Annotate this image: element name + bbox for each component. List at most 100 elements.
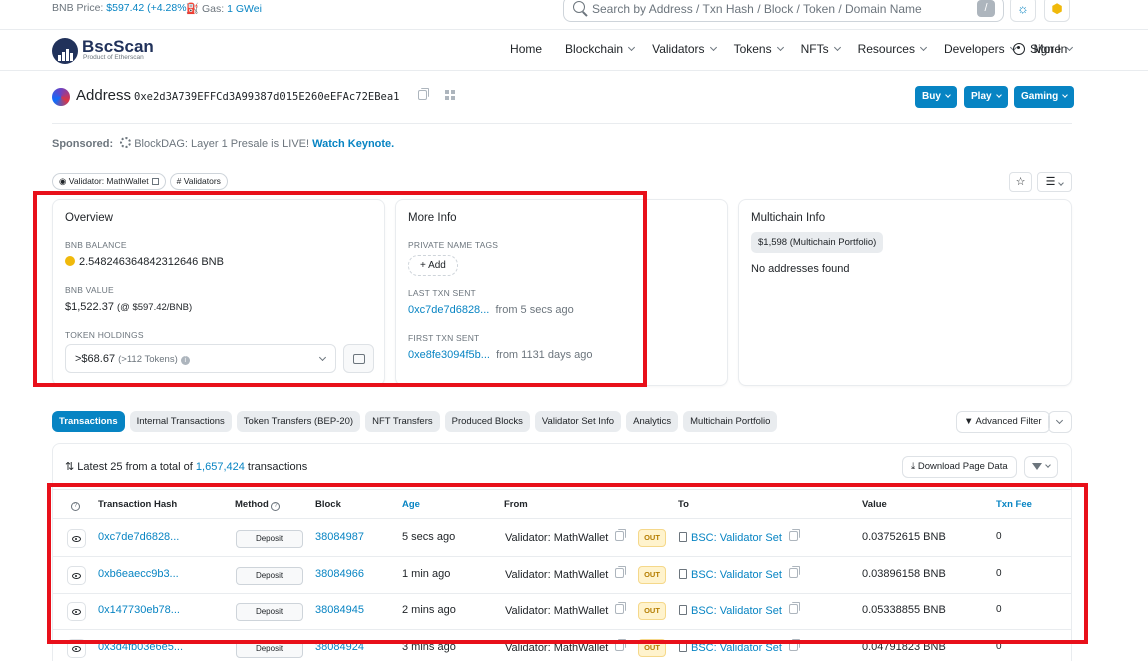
from-address[interactable]: Validator: MathWallet xyxy=(505,529,627,544)
block-link[interactable]: 38084966 xyxy=(315,568,364,580)
txn-age: 1 min ago xyxy=(402,567,451,580)
to-address[interactable]: BSC: Validator Set xyxy=(679,565,800,581)
first-txn-hash[interactable]: 0xe8fe3094f5b... xyxy=(408,349,490,361)
search-input[interactable]: Search by Address / Txn Hash / Block / T… xyxy=(563,0,1004,22)
tab-analytics[interactable]: Analytics xyxy=(626,411,679,432)
bnb-value-amount: $1,522.37 xyxy=(65,301,114,313)
block-link[interactable]: 38084945 xyxy=(315,604,364,616)
to-link[interactable]: BSC: Validator Set xyxy=(691,569,782,581)
gas-icon: ⛽ xyxy=(186,3,200,15)
tag-validator-mathwallet[interactable]: ◉ Validator: MathWallet xyxy=(52,173,166,190)
txn-total-link[interactable]: 1,657,424 xyxy=(196,461,245,473)
copy-icon[interactable] xyxy=(615,638,627,651)
txn-hash-link[interactable]: 0xc7de7d6828... xyxy=(98,531,179,543)
token-holdings-dropdown[interactable]: >$68.67 (>112 Tokens) i xyxy=(65,344,336,373)
tab-nft-transfers[interactable]: NFT Transfers xyxy=(365,411,440,432)
nav-tokens[interactable]: Tokens xyxy=(733,42,784,56)
multichain-portfolio-badge[interactable]: $1,598 (Multichain Portfolio) xyxy=(751,232,884,253)
user-icon xyxy=(1013,43,1025,55)
chevron-down-icon xyxy=(945,92,951,98)
from-label: Validator: MathWallet xyxy=(505,568,609,581)
last-txn-hash[interactable]: 0xc7de7d6828... xyxy=(408,304,489,316)
to-address[interactable]: BSC: Validator Set xyxy=(679,638,800,654)
col-age[interactable]: Age xyxy=(402,499,420,510)
chevron-down-icon xyxy=(1058,180,1065,186)
more-options-button[interactable]: ☰ xyxy=(1037,172,1072,192)
copy-icon[interactable] xyxy=(615,565,627,578)
search-placeholder[interactable]: Search by Address / Txn Hash / Block / T… xyxy=(592,2,922,16)
theme-toggle-button[interactable]: ☼ xyxy=(1010,0,1036,22)
nav-validators[interactable]: Validators xyxy=(652,42,717,56)
from-address[interactable]: Validator: MathWallet xyxy=(505,602,627,617)
block-link[interactable]: 38084924 xyxy=(315,641,364,653)
tab-internal-transactions[interactable]: Internal Transactions xyxy=(129,411,232,432)
nav-resources[interactable]: Resources xyxy=(858,42,927,56)
favorite-button[interactable]: ☆ xyxy=(1009,172,1032,192)
tab-token-transfers-bep-20[interactable]: Token Transfers (BEP-20) xyxy=(236,411,361,432)
nav-label: Tokens xyxy=(733,42,772,56)
to-link[interactable]: BSC: Validator Set xyxy=(691,532,782,544)
txn-hash-link[interactable]: 0xb6eaecc9b3... xyxy=(98,568,179,580)
direction-badge: OUT xyxy=(638,565,666,584)
advanced-filter-dropdown[interactable] xyxy=(1048,411,1072,433)
help-icon[interactable]: ? xyxy=(71,499,80,511)
tab-validator-set-info[interactable]: Validator Set Info xyxy=(534,411,622,432)
first-txn-time: from 1131 days ago xyxy=(496,349,593,361)
txn-hash-link[interactable]: 0x3d4fb03e6e5... xyxy=(98,641,183,653)
buy-button[interactable]: Buy xyxy=(915,86,957,108)
nav-nfts[interactable]: NFTs xyxy=(801,42,841,56)
table-row: 0x3d4fb03e6e5... Deposit 38084924 3 mins ag… xyxy=(53,630,1071,661)
tag-validators[interactable]: # Validators xyxy=(169,173,228,190)
nav-home[interactable]: Home xyxy=(510,42,542,56)
nav-blockchain[interactable]: Blockchain xyxy=(565,42,636,56)
view-details-button[interactable] xyxy=(67,638,86,658)
view-details-button[interactable] xyxy=(67,565,86,585)
copy-icon[interactable] xyxy=(615,602,627,614)
star-icon: ☆ xyxy=(1015,176,1026,188)
to-address[interactable]: BSC: Validator Set xyxy=(679,529,800,544)
wallet-button[interactable] xyxy=(343,344,374,373)
tab-multichain-portfolio[interactable]: Multichain Portfolio xyxy=(683,411,778,432)
token-holdings-label: TOKEN HOLDINGS xyxy=(65,330,144,340)
copy-icon[interactable] xyxy=(788,602,800,614)
view-details-button[interactable] xyxy=(67,529,86,548)
txn-hash-link[interactable]: 0x147730eb78... xyxy=(98,604,180,616)
advanced-filter-button[interactable]: ▼ Advanced Filter xyxy=(956,411,1050,433)
view-details-button[interactable] xyxy=(67,602,86,621)
to-link[interactable]: BSC: Validator Set xyxy=(691,642,782,654)
txn-value: 0.05338855 BNB xyxy=(862,604,946,616)
help-icon[interactable]: ? xyxy=(271,502,281,511)
to-address[interactable]: BSC: Validator Set xyxy=(679,602,800,617)
copy-icon[interactable] xyxy=(788,565,800,578)
page-title: Address xyxy=(76,87,132,104)
to-link[interactable]: BSC: Validator Set xyxy=(691,605,782,617)
last-txn-time: from 5 secs ago xyxy=(495,304,574,316)
from-address[interactable]: Validator: MathWallet xyxy=(505,638,627,654)
add-name-tag-button[interactable]: + Add xyxy=(408,255,458,276)
contract-icon xyxy=(679,605,687,615)
filter-button[interactable] xyxy=(1024,456,1058,478)
play-button[interactable]: Play xyxy=(964,86,1008,108)
copy-icon[interactable] xyxy=(788,638,800,651)
copy-icon[interactable] xyxy=(788,529,800,541)
filter-icon: ▼ xyxy=(964,416,974,427)
qr-code-icon[interactable] xyxy=(445,90,456,100)
col-txn-fee[interactable]: Txn Fee xyxy=(996,499,1032,510)
from-address[interactable]: Validator: MathWallet xyxy=(505,565,627,581)
block-link[interactable]: 38084987 xyxy=(315,531,364,543)
tab-transactions[interactable]: Transactions xyxy=(52,411,125,432)
gas-value[interactable]: 1 GWei xyxy=(227,3,262,15)
contract-icon xyxy=(679,532,687,542)
copy-icon[interactable] xyxy=(615,529,627,541)
sign-in-link[interactable]: Sign In xyxy=(1013,42,1067,56)
txn-value: 0.04791823 BNB xyxy=(862,640,946,653)
sponsor-link[interactable]: Watch Keynote. xyxy=(312,138,394,150)
gaming-button[interactable]: Gaming xyxy=(1014,86,1075,108)
download-page-data-button[interactable]: ⤓ Download Page Data xyxy=(902,456,1017,478)
bnb-network-button[interactable]: ⬢ xyxy=(1044,0,1070,22)
copy-icon[interactable] xyxy=(417,88,429,100)
tab-produced-blocks[interactable]: Produced Blocks xyxy=(444,411,530,432)
bscscan-logo[interactable]: BscScan Product of Etherscan xyxy=(52,37,162,64)
nav-developers[interactable]: Developers xyxy=(944,42,1017,56)
price-value[interactable]: $597.42 xyxy=(106,2,144,14)
